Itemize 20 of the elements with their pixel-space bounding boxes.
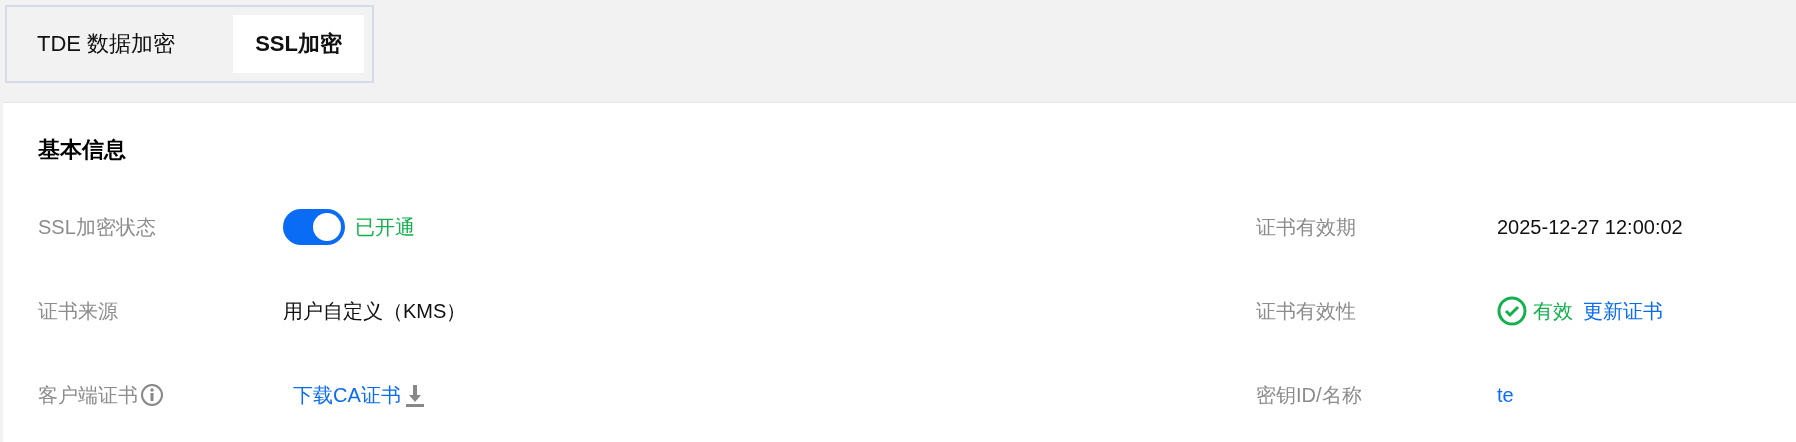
tab[interactable]: TDE 数据加密: [15, 15, 198, 73]
download-icon[interactable]: [404, 383, 425, 407]
field-label: 客户端证书: [38, 382, 138, 408]
field-label: 密钥ID/名称: [1256, 382, 1362, 408]
download-link[interactable]: 下载CA证书: [293, 381, 401, 409]
field-value: 用户自定义（KMS）: [283, 298, 467, 324]
tab[interactable]: SSL加密: [233, 15, 364, 73]
field-label: SSL加密状态: [38, 214, 156, 240]
toggle-switch[interactable]: [283, 209, 345, 245]
field-label: 证书有效期: [1256, 214, 1356, 240]
field-value: 2025-12-27 12:00:02: [1497, 215, 1683, 239]
status-text: 已开通: [355, 214, 415, 240]
field-label: 证书有效性: [1256, 298, 1356, 324]
check-circle-icon: [1497, 296, 1527, 326]
section-title: 基本信息: [38, 136, 126, 164]
field-label: 证书来源: [38, 298, 118, 324]
renew-link[interactable]: 更新证书: [1583, 297, 1663, 325]
status-text: 有效: [1533, 298, 1573, 324]
key-link[interactable]: te: [1497, 383, 1514, 407]
info-icon[interactable]: [140, 383, 164, 407]
